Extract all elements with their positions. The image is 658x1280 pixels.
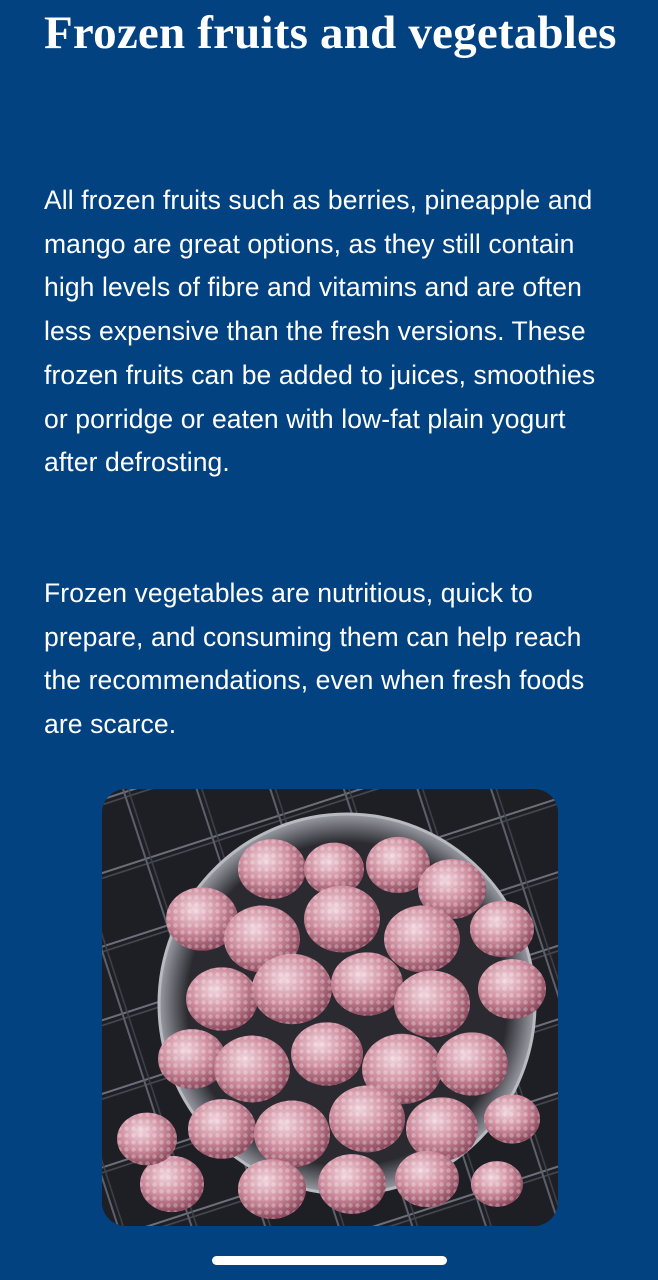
article-title: Frozen fruits and vegetables <box>44 7 617 59</box>
article-paragraph-vegetables: Frozen vegetables are nutritious, quick … <box>44 578 585 740</box>
home-indicator[interactable] <box>212 1256 447 1265</box>
frozen-raspberries-photo <box>102 789 558 1226</box>
article-content: Frozen fruits and vegetables All frozen … <box>44 0 624 739</box>
article-paragraph-fruits: All frozen fruits such as berries, pinea… <box>44 185 596 478</box>
